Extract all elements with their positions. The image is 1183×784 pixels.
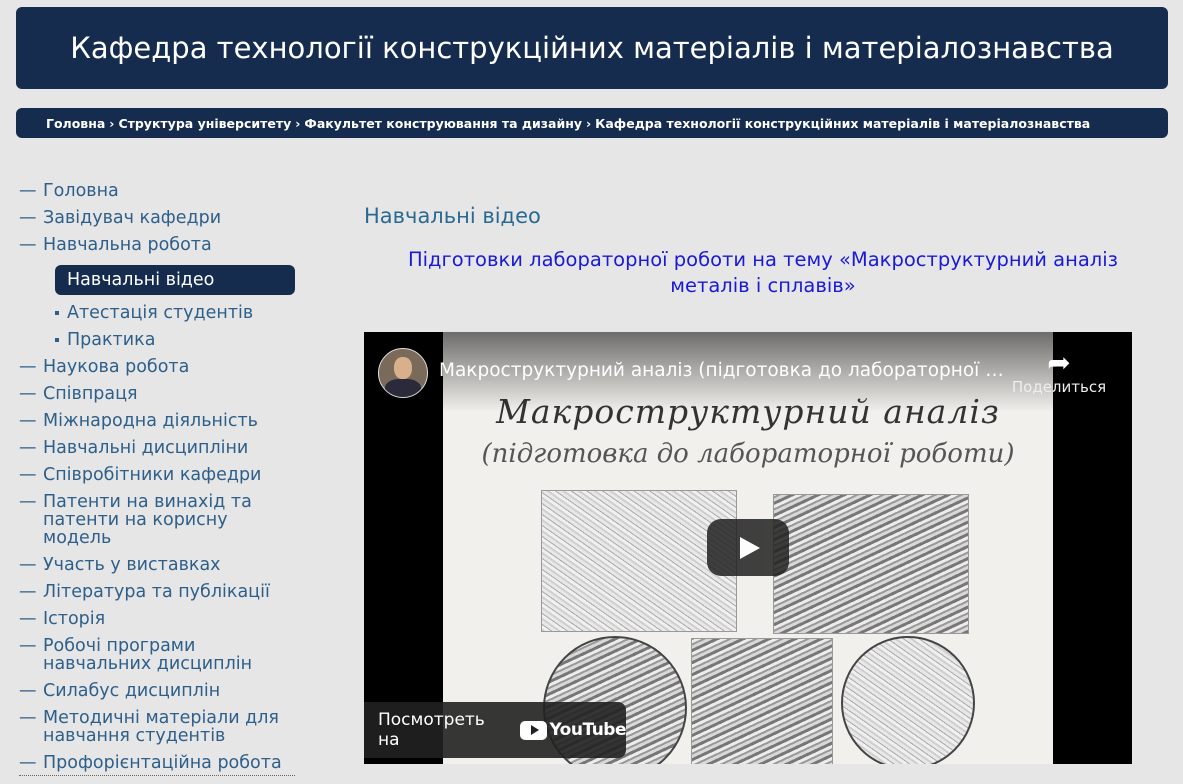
channel-avatar[interactable] (378, 348, 428, 398)
sidebar-item-head[interactable]: — Завідувач кафедри (19, 207, 299, 234)
sidebar-divider (19, 775, 295, 776)
sidebar-item-history[interactable]: — Історія (19, 608, 299, 635)
breadcrumb-department[interactable]: Кафедра технології конструкційних матері… (595, 116, 1090, 131)
sidebar-subitem-attestation[interactable]: Атестація студентів (55, 302, 299, 329)
sidebar-item-publications[interactable]: — Література та публікації (19, 581, 299, 608)
sidebar-subitem-practice[interactable]: Практика (55, 329, 299, 356)
sidebar-item-education[interactable]: — Навчальна робота (19, 234, 299, 261)
play-button[interactable] (707, 519, 789, 576)
main-content: Навчальні відео Підготовки лабораторної … (364, 204, 1132, 299)
breadcrumb-faculty[interactable]: Факультет конструювання та дизайну (304, 116, 582, 131)
share-arrow-icon: ➦ (1047, 346, 1071, 379)
breadcrumb: Головна › Структура університету › Факул… (16, 108, 1168, 138)
sidebar-item-syllabus[interactable]: — Силабус дисциплін (19, 680, 299, 707)
youtube-play-badge (520, 720, 548, 740)
watch-on-youtube-button[interactable]: Посмотреть на YouTube (364, 702, 626, 758)
youtube-embed[interactable]: Макроструктурний аналіз (підготовка до л… (364, 332, 1132, 764)
slide-subtitle: (підготовка до лабораторної роботи) (481, 439, 1015, 469)
watch-on-label: Посмотреть на (378, 710, 485, 750)
bullet-icon (55, 338, 59, 342)
sidebar-item-international[interactable]: — Міжнародна діяльність (19, 410, 299, 437)
sidebar-item-staff[interactable]: — Співробітники кафедри (19, 464, 299, 491)
avatar-suit (385, 379, 421, 397)
video-title[interactable]: Макроструктурний аналіз (підготовка до л… (439, 360, 1004, 381)
sidebar-item-materials[interactable]: — Методичні матеріали для навчання студен… (19, 707, 299, 752)
breadcrumb-home[interactable]: Головна (46, 116, 105, 131)
sidebar-item-cooperation[interactable]: — Співпраця (19, 383, 299, 410)
avatar-face (394, 357, 412, 379)
share-label: Поделиться (1011, 378, 1107, 396)
share-button[interactable]: ➦ Поделиться (1010, 346, 1108, 397)
round-sample-image (841, 636, 975, 764)
breadcrumb-separator: › (295, 115, 301, 131)
sidebar-item-research[interactable]: — Наукова робота (19, 356, 299, 383)
youtube-wordmark: YouTube (549, 720, 626, 740)
sidebar-nav: — Головна — Завідувач кафедри — Навчальна р… (19, 180, 299, 779)
sidebar-item-disciplines[interactable]: — Навчальні дисципліни (19, 437, 299, 464)
page-title: Кафедра технології конструкційних матері… (70, 31, 1114, 65)
casting-section-image (691, 638, 833, 764)
breadcrumb-separator: › (109, 115, 115, 131)
sidebar-item-videos-active[interactable]: Навчальні відео (55, 265, 295, 295)
play-icon (740, 536, 760, 559)
sidebar-item-patents[interactable]: — Патенти на винахід та патенти на корисн… (19, 491, 299, 554)
weld-macrostructure-image (773, 494, 969, 634)
breadcrumb-structure[interactable]: Структура університету (118, 116, 291, 131)
breadcrumb-separator: › (586, 115, 592, 131)
sidebar-item-exhibitions[interactable]: — Участь у виставках (19, 554, 299, 581)
sidebar-item-home[interactable]: — Головна (19, 180, 299, 207)
youtube-logo-icon: YouTube (520, 720, 626, 740)
site-header: Кафедра технології конструкційних матері… (16, 7, 1168, 89)
sidebar-item-programs[interactable]: — Робочі програми навчальних дисциплін (19, 635, 299, 680)
bullet-icon (55, 311, 59, 315)
video-subtitle: Підготовки лабораторної роботи на тему «… (407, 248, 1119, 297)
section-heading: Навчальні відео (364, 204, 541, 228)
